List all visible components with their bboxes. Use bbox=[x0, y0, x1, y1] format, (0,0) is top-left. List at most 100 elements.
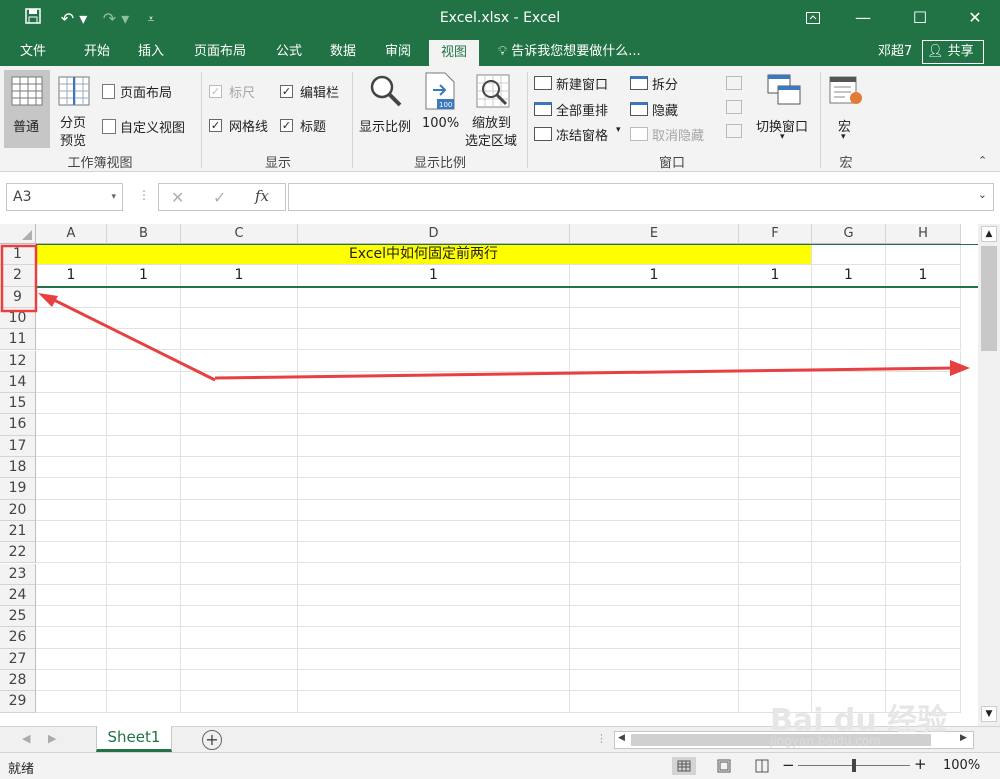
row-header[interactable]: 16 bbox=[0, 414, 36, 436]
zoom-out-icon[interactable]: − bbox=[782, 756, 795, 774]
cell[interactable]: 1 bbox=[107, 265, 181, 287]
cell[interactable] bbox=[107, 414, 181, 436]
cell[interactable] bbox=[739, 393, 812, 415]
column-header[interactable]: G bbox=[812, 224, 886, 244]
cell[interactable] bbox=[570, 435, 739, 457]
cell[interactable] bbox=[739, 350, 812, 372]
cell[interactable] bbox=[36, 457, 107, 479]
cell[interactable] bbox=[570, 606, 739, 628]
cell[interactable] bbox=[812, 435, 886, 457]
cell[interactable] bbox=[886, 350, 961, 372]
cell[interactable]: 1 bbox=[812, 265, 886, 287]
cell[interactable] bbox=[107, 563, 181, 585]
cell[interactable] bbox=[298, 457, 570, 479]
column-header[interactable]: H bbox=[886, 224, 961, 244]
expand-formula-icon[interactable]: ⌄ bbox=[978, 188, 987, 201]
next-sheet-icon[interactable]: ▶ bbox=[48, 732, 56, 745]
cell[interactable] bbox=[181, 329, 298, 351]
cell[interactable] bbox=[570, 563, 739, 585]
cell[interactable] bbox=[181, 478, 298, 500]
cell[interactable] bbox=[739, 329, 812, 351]
row-header[interactable]: 27 bbox=[0, 648, 36, 670]
cell[interactable] bbox=[181, 350, 298, 372]
cell[interactable] bbox=[181, 627, 298, 649]
share-button[interactable]: 👤︎ 共享 bbox=[922, 40, 984, 64]
cell[interactable] bbox=[36, 307, 107, 330]
cell[interactable] bbox=[886, 542, 961, 564]
tab-file[interactable]: 文件 bbox=[16, 38, 50, 66]
row-header[interactable]: 28 bbox=[0, 670, 36, 692]
column-header[interactable]: D bbox=[298, 224, 570, 244]
cell[interactable] bbox=[739, 435, 812, 457]
cell[interactable] bbox=[570, 520, 739, 543]
cell[interactable] bbox=[36, 542, 107, 564]
cell[interactable] bbox=[36, 350, 107, 372]
scroll-up-icon[interactable]: ▲ bbox=[981, 226, 997, 242]
cell[interactable] bbox=[181, 648, 298, 670]
row-header[interactable]: 2 bbox=[0, 265, 36, 287]
cell[interactable] bbox=[298, 499, 570, 521]
chevron-down-icon[interactable]: ▾ bbox=[111, 184, 116, 210]
cell[interactable] bbox=[298, 307, 570, 330]
switch-windows-button[interactable]: 切换窗口 ▾ bbox=[752, 70, 816, 148]
cell[interactable] bbox=[298, 414, 570, 436]
cell[interactable] bbox=[107, 542, 181, 564]
cell[interactable] bbox=[886, 478, 961, 500]
cell[interactable] bbox=[36, 606, 107, 628]
cell[interactable] bbox=[812, 606, 886, 628]
cell[interactable] bbox=[739, 627, 812, 649]
cell[interactable] bbox=[107, 691, 181, 713]
cell[interactable] bbox=[298, 478, 570, 500]
cell[interactable] bbox=[181, 457, 298, 479]
select-all-corner[interactable] bbox=[0, 224, 36, 244]
prev-sheet-icon[interactable]: ◀ bbox=[22, 732, 30, 745]
cell[interactable] bbox=[36, 563, 107, 585]
cell[interactable] bbox=[107, 670, 181, 692]
zoom-level[interactable]: 100% bbox=[943, 758, 980, 773]
cell[interactable] bbox=[812, 393, 886, 415]
cell[interactable] bbox=[886, 393, 961, 415]
page-break-view-icon[interactable] bbox=[750, 757, 774, 775]
row-header[interactable]: 22 bbox=[0, 542, 36, 564]
cell[interactable] bbox=[739, 457, 812, 479]
cell[interactable] bbox=[812, 627, 886, 649]
macros-button[interactable]: 宏 ▾ bbox=[826, 70, 866, 148]
cell[interactable] bbox=[886, 648, 961, 670]
formula-bar-options-icon[interactable]: ⋮ bbox=[138, 188, 150, 202]
cell[interactable] bbox=[886, 307, 961, 330]
cell[interactable] bbox=[298, 627, 570, 649]
cell[interactable] bbox=[812, 499, 886, 521]
row-header[interactable]: 9 bbox=[0, 286, 36, 308]
cell[interactable] bbox=[107, 584, 181, 607]
cell[interactable] bbox=[739, 670, 812, 692]
tab-formulas[interactable]: 公式 bbox=[272, 38, 306, 66]
cell[interactable] bbox=[812, 542, 886, 564]
cell[interactable] bbox=[298, 584, 570, 607]
column-header[interactable]: C bbox=[181, 224, 298, 244]
sheet-tab-sheet1[interactable]: Sheet1 bbox=[96, 726, 172, 752]
cell[interactable] bbox=[812, 670, 886, 692]
gridlines-checkbox[interactable]: ✓ bbox=[209, 119, 222, 132]
cell[interactable] bbox=[570, 542, 739, 564]
cell[interactable] bbox=[107, 520, 181, 543]
row-header[interactable]: 17 bbox=[0, 435, 36, 457]
tab-home[interactable]: 开始 bbox=[80, 38, 114, 66]
cell[interactable] bbox=[570, 670, 739, 692]
scroll-down-icon[interactable]: ▼ bbox=[981, 706, 997, 722]
cell[interactable] bbox=[570, 478, 739, 500]
cell[interactable] bbox=[570, 584, 739, 607]
cell[interactable] bbox=[812, 457, 886, 479]
cell[interactable] bbox=[298, 691, 570, 713]
cell[interactable] bbox=[36, 648, 107, 670]
cell[interactable] bbox=[739, 606, 812, 628]
cell[interactable] bbox=[812, 648, 886, 670]
row-header[interactable]: 18 bbox=[0, 457, 36, 479]
cell[interactable] bbox=[298, 435, 570, 457]
row-header[interactable]: 29 bbox=[0, 691, 36, 713]
cell[interactable] bbox=[886, 606, 961, 628]
cell[interactable] bbox=[181, 584, 298, 607]
tab-review[interactable]: 审阅 bbox=[381, 38, 415, 66]
scroll-left-icon[interactable]: ◀ bbox=[618, 733, 625, 743]
tab-page-layout[interactable]: 页面布局 bbox=[190, 38, 250, 66]
cell[interactable] bbox=[298, 670, 570, 692]
